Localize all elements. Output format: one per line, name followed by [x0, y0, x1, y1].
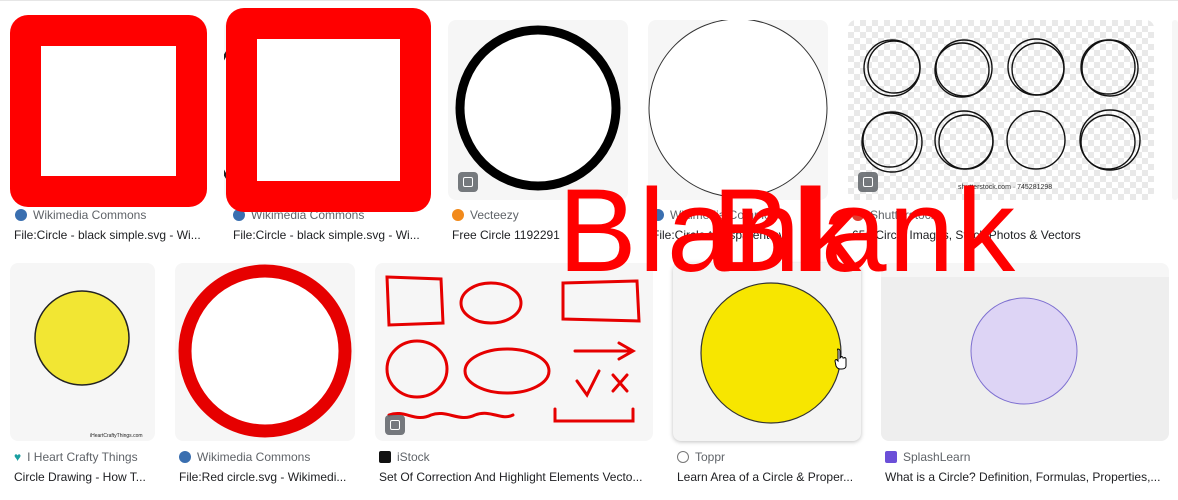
top-divider	[0, 0, 1178, 1]
result-source[interactable]: SplashLearn	[885, 450, 970, 464]
overlay-text-2: Blank	[712, 165, 1018, 297]
red-square-overlay-2	[226, 8, 431, 212]
result-title[interactable]: What is a Circle? Definition, Formulas, …	[885, 470, 1169, 484]
result-source[interactable]: Wikimedia Commons	[179, 450, 310, 464]
vecteezy-icon	[452, 209, 464, 221]
next-thumbnail-edge[interactable]	[1172, 20, 1178, 200]
result-title[interactable]: Set Of Correction And Highlight Elements…	[379, 470, 653, 484]
result-title[interactable]: File:Circle - black simple.svg - Wi...	[14, 228, 209, 242]
splashlearn-icon	[885, 451, 897, 463]
red-circle-image	[178, 264, 352, 438]
red-square-overlay-1	[10, 15, 207, 207]
image-badge-icon	[385, 415, 405, 435]
result-source[interactable]: iStock	[379, 450, 430, 464]
result-thumbnail[interactable]: iHeartCraftyThings.com	[10, 263, 155, 441]
hand-cursor-icon	[834, 348, 847, 370]
yellow-circle-image: iHeartCraftyThings.com	[34, 290, 143, 439]
result-title[interactable]: File:Red circle.svg - Wikimedi...	[179, 470, 355, 484]
wikimedia-icon	[15, 209, 27, 221]
watermark-text: iHeartCraftyThings.com	[90, 433, 143, 439]
wikimedia-icon	[179, 451, 191, 463]
istock-icon	[379, 451, 391, 463]
result-title[interactable]: Learn Area of a Circle & Proper...	[677, 470, 859, 484]
result-title[interactable]: Circle Drawing - How T...	[14, 470, 154, 484]
image-badge-icon	[458, 172, 478, 192]
result-source[interactable]: Toppr	[677, 450, 725, 464]
result-source[interactable]: ♥ I Heart Crafty Things	[14, 450, 138, 464]
result-title[interactable]: File:Circle - black simple.svg - Wi...	[233, 228, 428, 242]
result-source[interactable]: Wikimedia Commons	[15, 208, 146, 222]
toppr-icon	[677, 451, 689, 463]
heart-icon: ♥	[14, 450, 22, 464]
result-source[interactable]: Vecteezy	[452, 208, 519, 222]
result-thumbnail[interactable]	[175, 263, 355, 441]
